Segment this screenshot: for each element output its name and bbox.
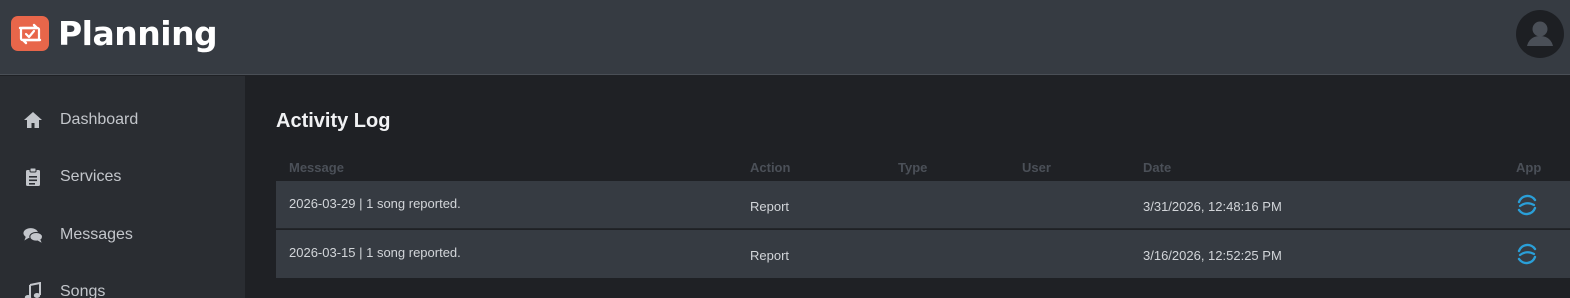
action-cell: Report	[750, 248, 790, 263]
main-content: Activity Log Message Action Type User Da…	[245, 76, 1570, 298]
message-cell: 2026-03-15 | 1 song reported.	[289, 245, 461, 260]
sidebar-item-messages[interactable]: Messages	[0, 215, 245, 255]
sidebar-item-label: Dashboard	[60, 111, 139, 128]
action-cell: Report	[750, 199, 790, 214]
app-title[interactable]: Planning	[58, 14, 218, 53]
ccli-sync-icon[interactable]	[1515, 193, 1539, 217]
column-header-user[interactable]: User	[1022, 160, 1051, 175]
column-header-type[interactable]: Type	[898, 160, 927, 175]
calendar-check-icon[interactable]	[11, 16, 49, 51]
sidebar-item-label: Messages	[60, 226, 133, 243]
table-header: Message Action Type User Date App	[276, 156, 1570, 181]
column-header-app[interactable]: App	[1516, 160, 1541, 175]
table-row[interactable]: 2026-03-15 | 1 song reported. Report 3/1…	[276, 230, 1570, 278]
top-bar: Planning	[0, 0, 1570, 75]
table-row[interactable]: 2026-03-29 | 1 song reported. Report 3/3…	[276, 181, 1570, 229]
sidebar-item-services[interactable]: Services	[0, 157, 245, 197]
sidebar-item-label: Songs	[60, 283, 106, 298]
sidebar-item-label: Services	[60, 168, 122, 185]
music-note-icon	[23, 282, 43, 298]
clipboard-icon	[23, 167, 43, 187]
column-header-action[interactable]: Action	[750, 160, 790, 175]
message-cell: 2026-03-29 | 1 song reported.	[289, 196, 461, 211]
sidebar: Dashboard Services Messages Songs	[0, 76, 245, 298]
chat-bubbles-icon	[23, 225, 43, 245]
date-cell: 3/31/2026, 12:48:16 PM	[1143, 199, 1282, 214]
column-header-message[interactable]: Message	[289, 160, 344, 175]
sidebar-item-songs[interactable]: Songs	[0, 272, 245, 298]
page-title: Activity Log	[276, 110, 391, 132]
date-cell: 3/16/2026, 12:52:25 PM	[1143, 248, 1282, 263]
user-avatar-icon[interactable]	[1516, 10, 1564, 58]
sidebar-item-dashboard[interactable]: Dashboard	[0, 100, 245, 140]
home-icon	[23, 110, 43, 130]
ccli-sync-icon[interactable]	[1515, 242, 1539, 266]
column-header-date[interactable]: Date	[1143, 160, 1171, 175]
